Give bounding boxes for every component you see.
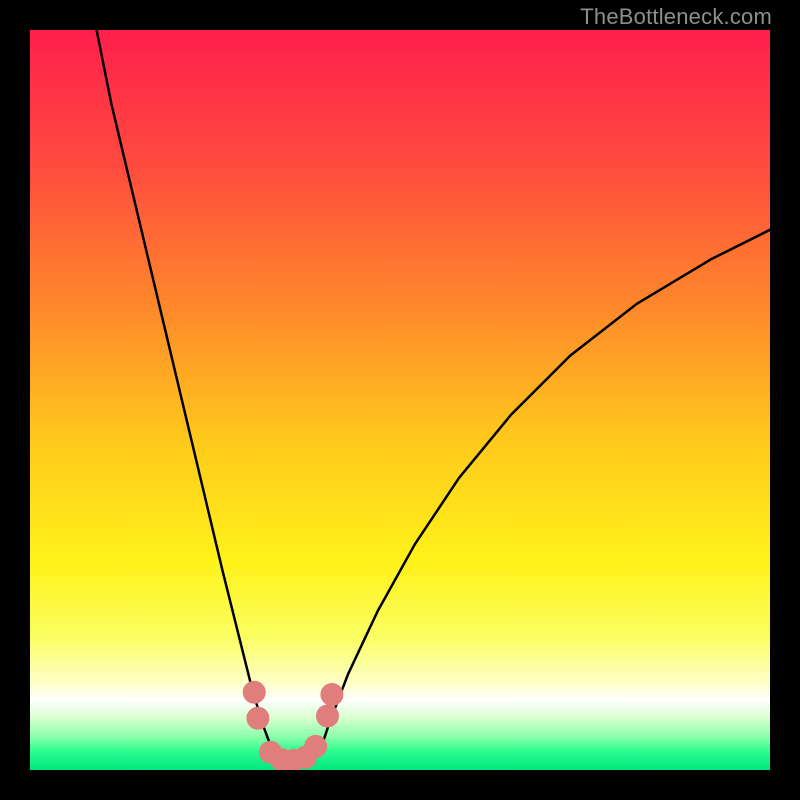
- gradient-background: [30, 30, 770, 770]
- valley-marker: [243, 681, 265, 703]
- bottleneck-curve-chart: [30, 30, 770, 770]
- valley-marker: [305, 735, 327, 757]
- valley-marker: [316, 705, 338, 727]
- watermark-label: TheBottleneck.com: [580, 4, 772, 30]
- chart-frame: TheBottleneck.com: [0, 0, 800, 800]
- valley-marker: [321, 684, 343, 706]
- valley-marker: [247, 707, 269, 729]
